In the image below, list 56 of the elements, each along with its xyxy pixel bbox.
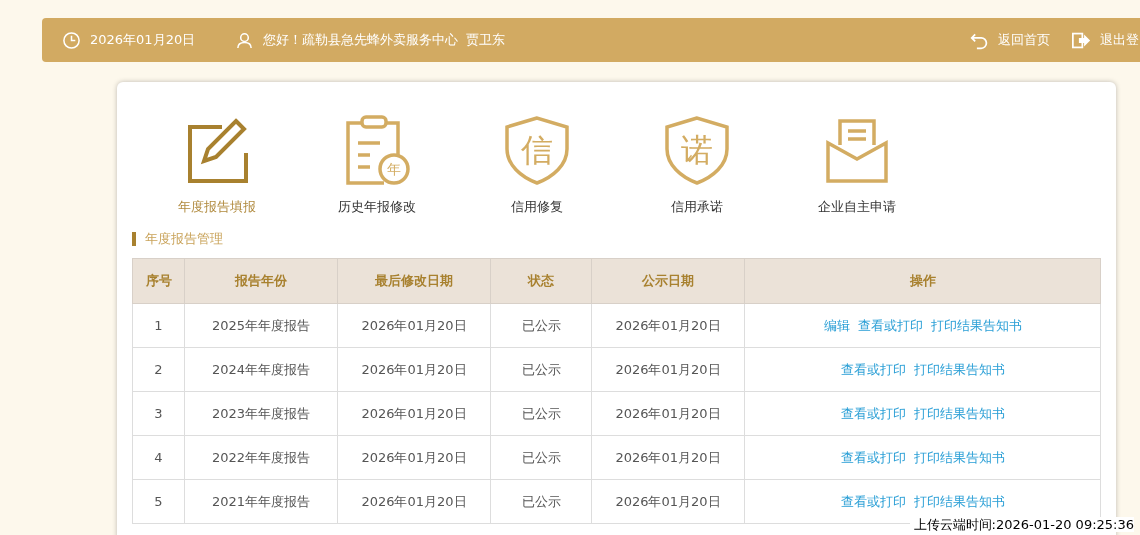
column-header: 报告年份 [184, 258, 338, 304]
table-cell: 2023年年度报告 [184, 391, 338, 436]
table-cell: 2 [132, 347, 185, 392]
table-cell: 2026年01月20日 [337, 391, 491, 436]
table-cell: 已公示 [490, 303, 592, 348]
column-header: 最后修改日期 [337, 258, 491, 304]
tile-label[interactable]: 历史年报修改 [338, 198, 416, 216]
action-link[interactable]: 查看或打印 [840, 493, 906, 509]
action-link[interactable]: 查看或打印 [840, 405, 906, 421]
tile-label[interactable]: 信用修复 [511, 198, 563, 216]
table-cell: 已公示 [490, 479, 592, 524]
table-cell: 2021年年度报告 [184, 479, 338, 524]
table-cell: 2026年01月20日 [591, 435, 745, 480]
section-title: 年度报告管理 [145, 230, 223, 248]
action-link[interactable]: 查看或打印 [840, 449, 906, 465]
action-link[interactable]: 查看或打印 [857, 317, 923, 333]
column-header: 序号 [132, 258, 185, 304]
upload-time: 上传云端时间:2026-01-20 09:25:36 [909, 517, 1134, 532]
table-cell: 5 [132, 479, 185, 524]
clock-icon [62, 30, 81, 50]
tile-label[interactable]: 年度报告填报 [178, 198, 256, 216]
home-link[interactable]: 返回首页 [998, 31, 1050, 49]
user-icon [235, 30, 255, 50]
table-cell: 已公示 [490, 391, 592, 436]
action-link[interactable]: 打印结果告知书 [913, 449, 1005, 465]
column-header: 公示日期 [591, 258, 745, 304]
table-cell: 已公示 [490, 435, 592, 480]
table-cell: 2026年01月20日 [337, 479, 491, 524]
table-cell: 2026年01月20日 [591, 391, 745, 436]
table-cell: 2025年年度报告 [184, 303, 338, 348]
logout-link[interactable]: 退出登 [1100, 31, 1139, 49]
column-header: 状态 [490, 258, 592, 304]
column-header: 操作 [744, 258, 1101, 304]
action-link[interactable]: 打印结果告知书 [930, 317, 1022, 333]
table-cell: 1 [132, 303, 185, 348]
table-cell: 4 [132, 435, 185, 480]
table-cell: 2026年01月20日 [591, 303, 745, 348]
tile-label[interactable]: 企业自主申请 [818, 198, 896, 216]
header-date: 2026年01月20日 [90, 31, 196, 49]
table-cell: 2026年01月20日 [337, 347, 491, 392]
table-cell: 已公示 [490, 347, 592, 392]
table-cell: 2024年年度报告 [184, 347, 338, 392]
tile-label[interactable]: 信用承诺 [671, 198, 723, 216]
table-cell: 3 [132, 391, 185, 436]
logout-icon [1072, 30, 1091, 50]
action-link[interactable]: 打印结果告知书 [913, 361, 1005, 377]
action-link[interactable]: 打印结果告知书 [913, 405, 1005, 421]
table-cell: 2022年年度报告 [184, 435, 338, 480]
table-cell: 2026年01月20日 [337, 303, 491, 348]
action-link[interactable]: 打印结果告知书 [913, 493, 1005, 509]
table-cell: 2026年01月20日 [337, 435, 491, 480]
action-link[interactable]: 查看或打印 [840, 361, 906, 377]
greeting-text: 您好！疏勒县急先蜂外卖服务中心 贾卫东 [263, 31, 506, 49]
table-cell: 2026年01月20日 [591, 479, 745, 524]
table-cell: 2026年01月20日 [591, 347, 745, 392]
action-link[interactable]: 编辑 [823, 317, 850, 333]
